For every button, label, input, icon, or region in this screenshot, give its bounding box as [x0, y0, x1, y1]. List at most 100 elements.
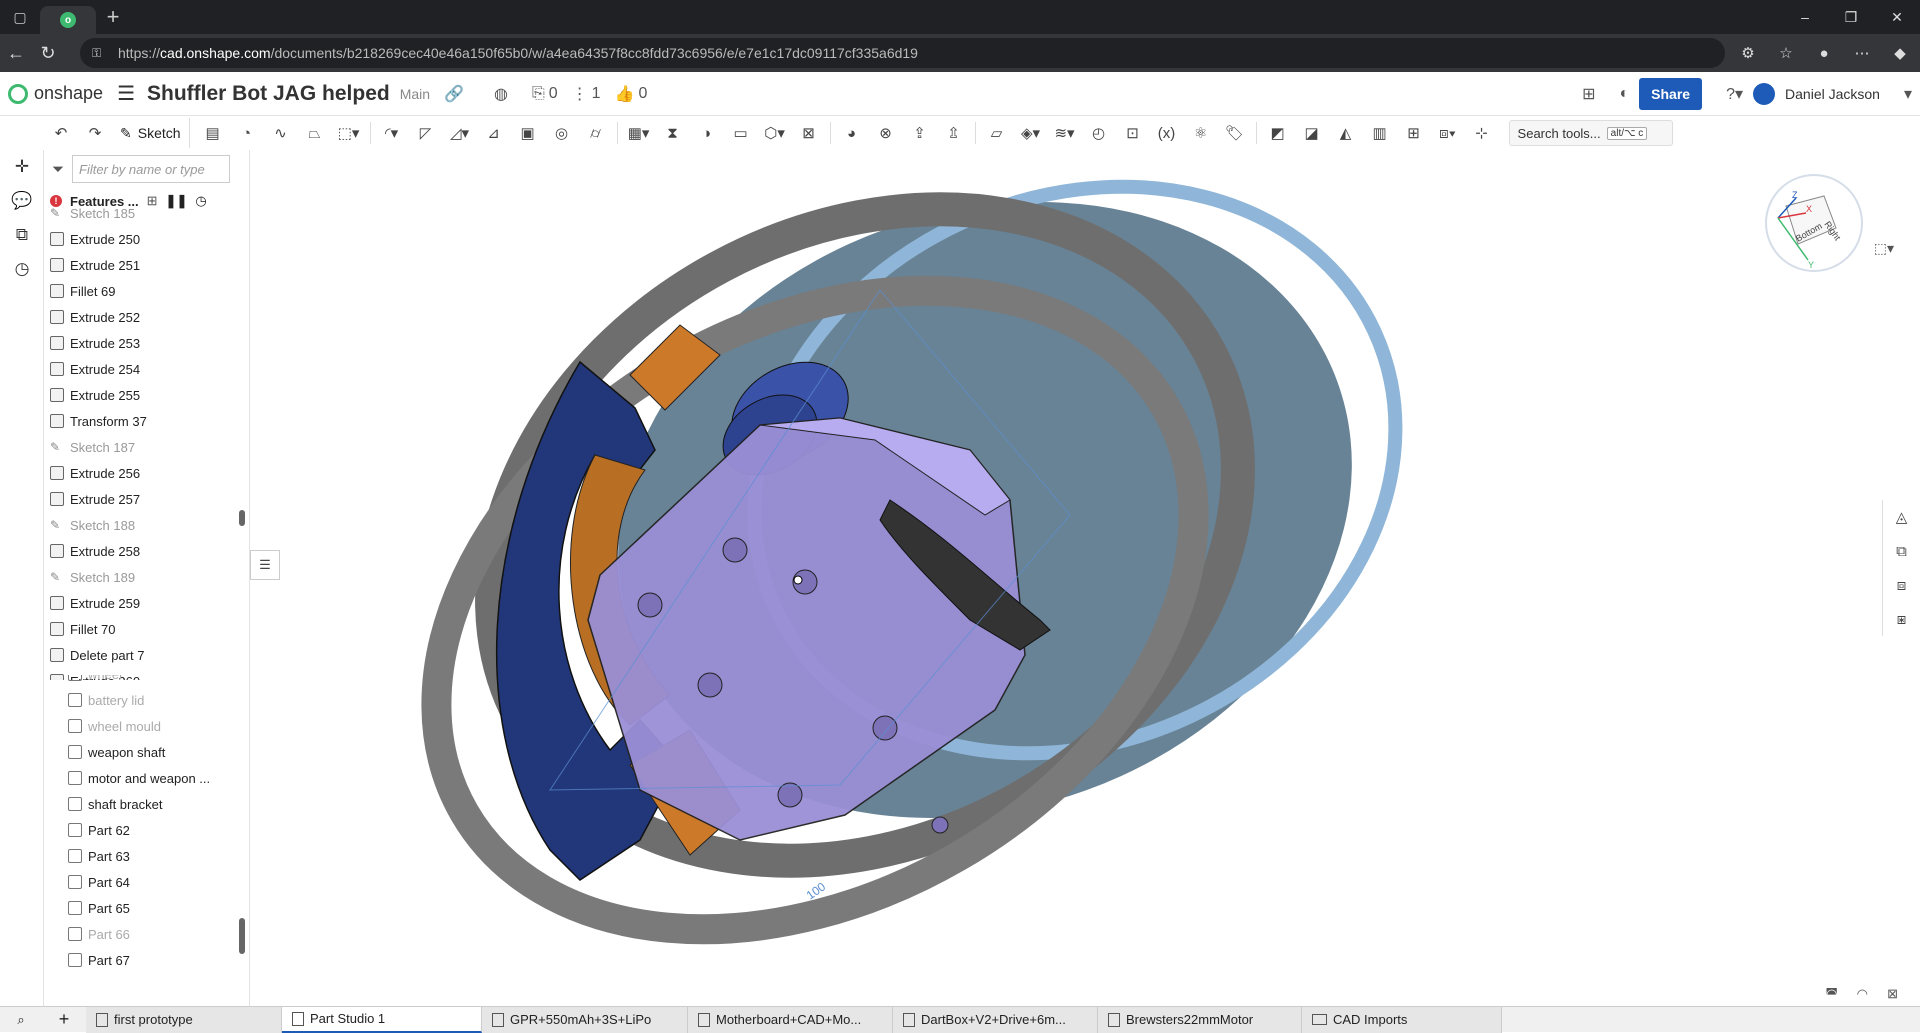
pattern-icon[interactable]: ▦▾ [622, 118, 656, 148]
part-item[interactable]: Part 62 [44, 817, 250, 843]
thicken-icon[interactable]: ⬚▾ [332, 118, 366, 148]
custom-table-icon[interactable]: ⧆ [1882, 602, 1920, 636]
site-info-icon[interactable]: ⚿ [92, 46, 108, 61]
element-tab[interactable]: DartBox+V2+Drive+6m... [893, 1006, 1098, 1033]
tab-icon[interactable]: ▥ [1363, 118, 1397, 148]
onshape-logo[interactable]: onshape [8, 83, 103, 104]
mate-connector-icon[interactable]: ◈▾ [1014, 118, 1048, 148]
view-mode-icon[interactable]: ⊠ [1887, 986, 1898, 1002]
favorites-icon[interactable]: ☆ [1767, 37, 1805, 69]
extrude-icon[interactable]: ▤ [196, 118, 230, 148]
more-icon[interactable]: ⋯ [1843, 37, 1881, 69]
chevron-down-icon[interactable]: ▾ [1904, 84, 1912, 104]
add-tab-icon[interactable]: + [42, 1009, 86, 1030]
workers-button[interactable]: ⋮ 1 [572, 84, 601, 104]
feature-item[interactable]: ✎ Sketch 185 [44, 200, 249, 226]
shell-icon[interactable]: ▣ [511, 118, 545, 148]
part-item[interactable]: battery lid [44, 687, 250, 713]
surface-icon[interactable]: ⧈▾ [1431, 118, 1465, 148]
element-tab[interactable]: first prototype [86, 1006, 282, 1033]
copilot-icon[interactable]: ◆ [1881, 37, 1919, 69]
bend-icon[interactable]: ◭ [1329, 118, 1363, 148]
part-item[interactable]: wheel mould [44, 713, 250, 739]
rib-icon[interactable]: ⊿ [477, 118, 511, 148]
extensions-icon[interactable]: ⚙ [1729, 37, 1767, 69]
move-face-icon[interactable]: ⇪ [903, 118, 937, 148]
sheet-metal-icon[interactable]: ◩ [1261, 118, 1295, 148]
feature-item[interactable]: ✎ Sketch 188 [44, 512, 249, 538]
search-tools-input[interactable]: Search tools... alt/⌥ c [1508, 120, 1673, 146]
boolean-icon[interactable]: ◑ [690, 118, 724, 148]
feature-item[interactable]: Extrude 256 [44, 460, 249, 486]
modify-fillet-icon[interactable]: ◕ [835, 118, 869, 148]
sweep-icon[interactable]: ∿ [264, 118, 298, 148]
browser-tab[interactable]: o [40, 6, 96, 34]
loft-icon[interactable]: ⏢ [298, 118, 332, 148]
help-icon[interactable]: ?▾ [1726, 84, 1743, 104]
close-icon[interactable]: ✕ [1874, 0, 1920, 34]
feature-list-scrollbar[interactable] [239, 510, 245, 526]
feature-item[interactable]: Extrude 252 [44, 304, 249, 330]
feature-item[interactable]: Extrude 255 [44, 382, 249, 408]
list-toggle-icon[interactable]: ☰ [250, 550, 280, 580]
helix-icon[interactable]: ≋▾ [1048, 118, 1082, 148]
profile-icon[interactable]: ● [1805, 37, 1843, 69]
user-menu[interactable]: Daniel Jackson [1785, 86, 1880, 102]
graphics-viewport[interactable]: 100 Right Bottom Z X Y ⬚▾ ◬ ⧉ ⧈ ⧆ ◚ ◠ ⊠ [250, 150, 1920, 1006]
feature-item[interactable]: Delete part 7 [44, 642, 249, 668]
feature-item[interactable]: Fillet 70 [44, 616, 249, 642]
part-item[interactable]: weapon shaft [44, 739, 250, 765]
feature-item[interactable]: Extrude 257 [44, 486, 249, 512]
versions-button[interactable]: ⎘ 0 [532, 85, 558, 103]
part-item[interactable]: Part 64 [44, 869, 250, 895]
chamfer-icon[interactable]: ◸ [409, 118, 443, 148]
restore-icon[interactable]: ❐ [1828, 0, 1874, 34]
parts-icon[interactable]: ⧉ [0, 218, 44, 252]
part-item[interactable]: wheel [44, 675, 250, 687]
view-options-icon[interactable]: ⬚▾ [1874, 240, 1894, 257]
feature-item[interactable]: ✎ Sketch 187 [44, 434, 249, 460]
new-tab-button[interactable]: + [96, 0, 130, 34]
document-title[interactable]: Shuffler Bot JAG helped [147, 82, 390, 106]
filter-icon[interactable]: ⏷ [52, 161, 64, 178]
menu-icon[interactable]: ☰ [117, 81, 135, 106]
draft-icon[interactable]: ◿▾ [443, 118, 477, 148]
part-item[interactable]: Part 67 [44, 947, 250, 973]
delete-part-icon[interactable]: ⊠ [792, 118, 826, 148]
tag-icon[interactable]: 🏷 [1218, 118, 1252, 148]
fillet-icon[interactable]: ◜▾ [375, 118, 409, 148]
share-button[interactable]: Share [1639, 78, 1703, 110]
learning-icon[interactable]: ◐ [1620, 85, 1630, 103]
part-item[interactable]: Part 66 [44, 921, 250, 947]
section-icon[interactable]: ⊡ [1116, 118, 1150, 148]
section-view-icon[interactable]: ◚ [1825, 986, 1838, 1002]
element-tab[interactable]: CAD Imports [1302, 1006, 1502, 1033]
hole-icon[interactable]: ◎ [545, 118, 579, 148]
measure-icon[interactable]: ◴ [1082, 118, 1116, 148]
view-cube[interactable]: Right Bottom Z X Y [1756, 168, 1866, 278]
feature-item[interactable]: ✎ Sketch 189 [44, 564, 249, 590]
revolve-icon[interactable]: ◔ [230, 118, 264, 148]
variable-button[interactable]: (x) [1150, 118, 1184, 148]
tab-manager-icon[interactable]: ⌕ [0, 1012, 42, 1028]
mirror-icon[interactable]: ⧗ [656, 118, 690, 148]
redo-icon[interactable]: ↷ [78, 118, 112, 148]
select-tool-icon[interactable]: ⊹ [1465, 118, 1499, 148]
replace-face-icon[interactable]: ⇫ [937, 118, 971, 148]
delete-face-icon[interactable]: ⊗ [869, 118, 903, 148]
configurations-icon[interactable]: ⧈ [1882, 568, 1920, 602]
feature-item[interactable]: Extrude 258 [44, 538, 249, 564]
render-mode-icon[interactable]: ◠ [1857, 986, 1868, 1002]
app-store-icon[interactable]: ⊞ [1582, 84, 1595, 104]
feature-item[interactable]: Extrude 259 [44, 590, 249, 616]
part-item[interactable]: Part 65 [44, 895, 250, 921]
cylinder-icon[interactable]: ⌭ [579, 118, 613, 148]
avatar[interactable] [1753, 83, 1776, 105]
public-globe-icon[interactable]: ◍ [494, 84, 508, 104]
reload-icon[interactable]: ↻ [32, 37, 64, 69]
undo-icon[interactable]: ↶ [44, 118, 78, 148]
custom-feature-icon[interactable]: ⚛ [1184, 118, 1218, 148]
timer-icon[interactable]: ◷ [0, 252, 44, 286]
part-item[interactable]: motor and weapon ... [44, 765, 250, 791]
like-button[interactable]: 👍 0 [615, 84, 648, 104]
